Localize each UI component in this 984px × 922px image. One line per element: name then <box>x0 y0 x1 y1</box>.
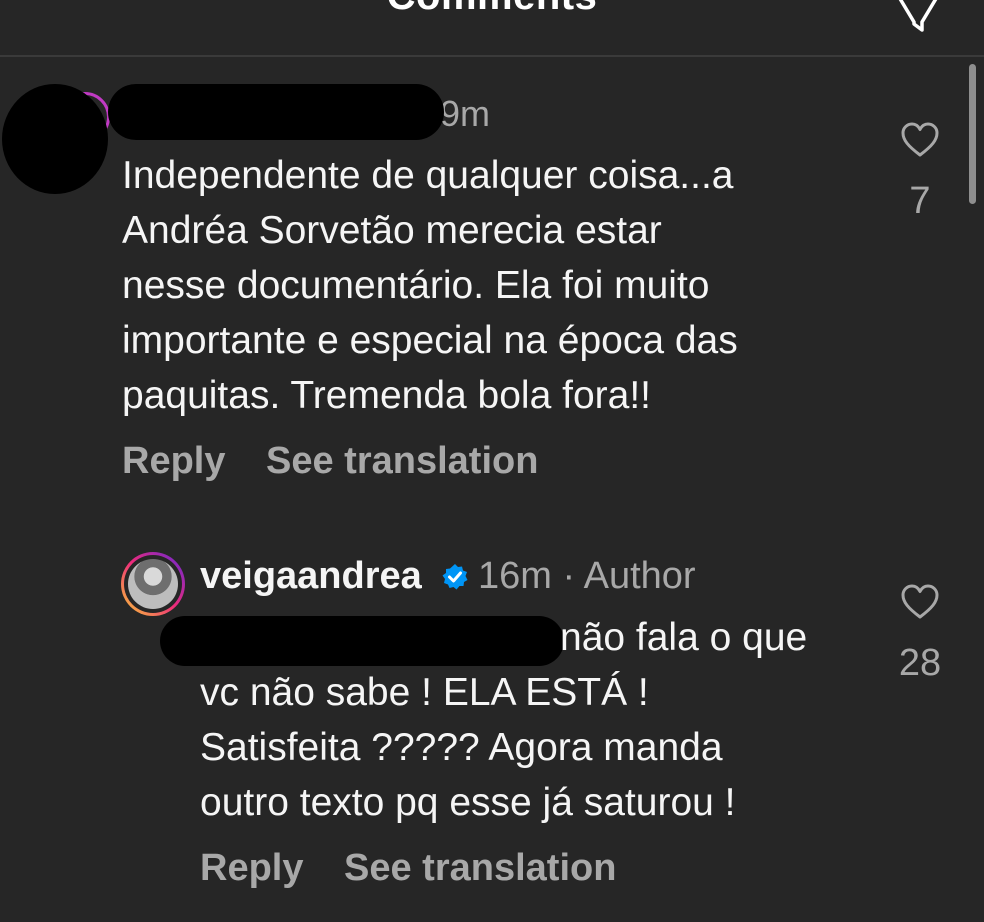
page-title: Comments <box>0 0 984 19</box>
avatar-image <box>128 559 178 609</box>
see-translation-button[interactable]: See translation <box>344 847 616 890</box>
verified-badge-icon <box>442 564 468 590</box>
comment-text: Independente de qualquer coisa...a André… <box>122 154 738 417</box>
comments-screen: Comments 9m Independente de qualquer coi… <box>0 0 984 922</box>
header-divider <box>0 55 984 57</box>
comment-text: vc não sabe ! ELA ESTÁ ! Satisfeita ????… <box>200 671 736 824</box>
reply-button[interactable]: Reply <box>122 440 225 483</box>
scrollbar[interactable] <box>969 64 976 204</box>
heart-icon[interactable] <box>900 584 940 620</box>
username[interactable]: veigaandrea <box>200 555 422 598</box>
author-badge: Author <box>583 555 696 597</box>
comment-time: 9m <box>440 93 491 134</box>
like-count: 7 <box>909 180 931 222</box>
redaction-avatar <box>2 84 108 194</box>
see-translation-button[interactable]: See translation <box>266 440 538 483</box>
reply-button[interactable]: Reply <box>200 847 303 890</box>
heart-icon[interactable] <box>900 122 940 158</box>
comment-text-first-line: não fala o que <box>560 616 808 659</box>
comment-meta: 16m · Author <box>478 555 696 598</box>
separator-dot: · <box>562 555 576 597</box>
comment-time: 16m <box>478 555 552 597</box>
redaction-mention <box>160 616 564 666</box>
avatar[interactable] <box>121 552 185 616</box>
filter-icon[interactable] <box>892 0 944 34</box>
redaction-username <box>108 84 444 140</box>
like-count: 28 <box>898 642 942 684</box>
